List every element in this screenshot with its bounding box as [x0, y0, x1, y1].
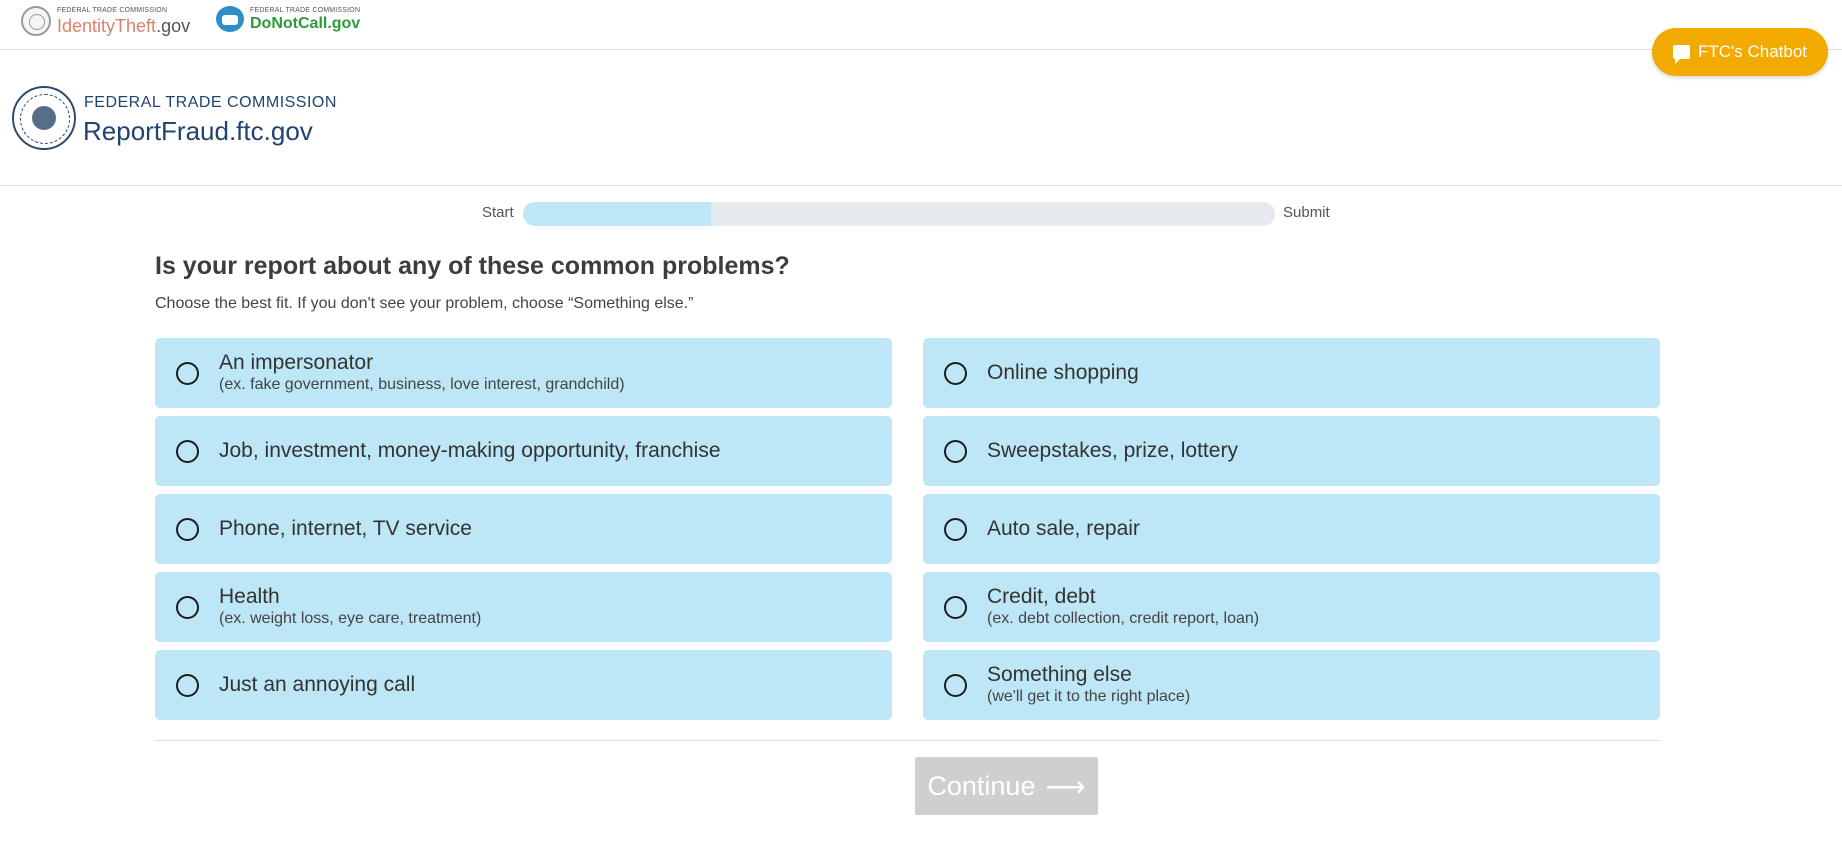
option-online-shopping[interactable]: Online shopping [923, 338, 1660, 408]
option-impersonator[interactable]: An impersonator (ex. fake government, bu… [155, 338, 892, 408]
identitytheft-logo-link[interactable]: Federal Trade Commission IdentityTheft.g… [21, 6, 190, 36]
radio-button[interactable] [176, 439, 199, 463]
donotcall-logo-link[interactable]: Federal Trade Commission DoNotCall.gov [216, 6, 360, 32]
option-label: Sweepstakes, prize, lottery [987, 438, 1238, 462]
option-label: An impersonator [219, 351, 374, 375]
ftc-seal-logo[interactable] [12, 86, 76, 150]
option-sweepstakes[interactable]: Sweepstakes, prize, lottery [923, 416, 1660, 486]
identitytheft-tld: .gov [156, 16, 191, 36]
option-example: (we'll get it to the right place) [987, 688, 1191, 706]
option-label: Something else [987, 663, 1132, 687]
donotcall-agency: Federal Trade Commission [250, 6, 361, 14]
option-label: Auto sale, repair [987, 516, 1140, 540]
option-label: Phone, internet, TV service [219, 516, 472, 540]
question-subtitle: Choose the best fit. If you don't see yo… [155, 295, 694, 312]
option-label: Health [219, 585, 280, 609]
question-title: Is your report about any of these common… [155, 252, 790, 280]
ftc-seal-icon [21, 6, 51, 36]
option-example: (ex. debt collection, credit report, loa… [987, 610, 1260, 628]
utility-bar: Federal Trade Commission IdentityTheft.g… [0, 0, 1842, 50]
radio-button[interactable] [944, 517, 967, 541]
progress-start-label: Start [482, 204, 514, 221]
option-label: Online shopping [987, 360, 1139, 384]
agency-name: FEDERAL TRADE COMMISSION [84, 94, 337, 111]
site-header: FEDERAL TRADE COMMISSION ReportFraud.ftc… [0, 50, 1842, 186]
option-example: (ex. weight loss, eye care, treatment) [219, 610, 482, 628]
option-label: Job, investment, money-making opportunit… [219, 438, 721, 462]
radio-button[interactable] [944, 673, 967, 697]
continue-button[interactable]: Continue ⟶ [915, 757, 1098, 815]
progress-end-label: Submit [1283, 204, 1330, 221]
continue-label: Continue [927, 770, 1036, 801]
donotcall-name: DoNotCall.gov [250, 14, 361, 32]
option-auto-sale[interactable]: Auto sale, repair [923, 494, 1660, 564]
radio-button[interactable] [176, 361, 199, 385]
divider [155, 740, 1660, 741]
radio-button[interactable] [944, 595, 967, 619]
radio-button[interactable] [944, 361, 967, 385]
identitytheft-agency: Federal Trade Commission [57, 7, 168, 14]
option-credit-debt[interactable]: Credit, debt (ex. debt collection, credi… [923, 572, 1660, 642]
problem-options: An impersonator (ex. fake government, bu… [155, 338, 1660, 720]
radio-button[interactable] [176, 595, 199, 619]
progress-fill [523, 202, 711, 226]
radio-button[interactable] [176, 673, 199, 697]
radio-button[interactable] [944, 439, 967, 463]
option-example: (ex. fake government, business, love int… [219, 376, 625, 394]
phone-house-icon [216, 6, 244, 32]
progress-bar [523, 202, 1275, 226]
identitytheft-name: IdentityTheft [57, 16, 157, 36]
option-annoying-call[interactable]: Just an annoying call [155, 650, 892, 720]
option-health[interactable]: Health (ex. weight loss, eye care, treat… [155, 572, 892, 642]
arrow-right-icon: ⟶ [1045, 770, 1086, 802]
option-phone-internet-tv[interactable]: Phone, internet, TV service [155, 494, 892, 564]
option-something-else[interactable]: Something else (we'll get it to the righ… [923, 650, 1660, 720]
option-label: Credit, debt [987, 585, 1096, 609]
radio-button[interactable] [176, 517, 199, 541]
site-name-link[interactable]: ReportFraud.ftc.gov [83, 116, 313, 147]
option-job-investment[interactable]: Job, investment, money-making opportunit… [155, 416, 892, 486]
option-label: Just an annoying call [219, 672, 416, 696]
